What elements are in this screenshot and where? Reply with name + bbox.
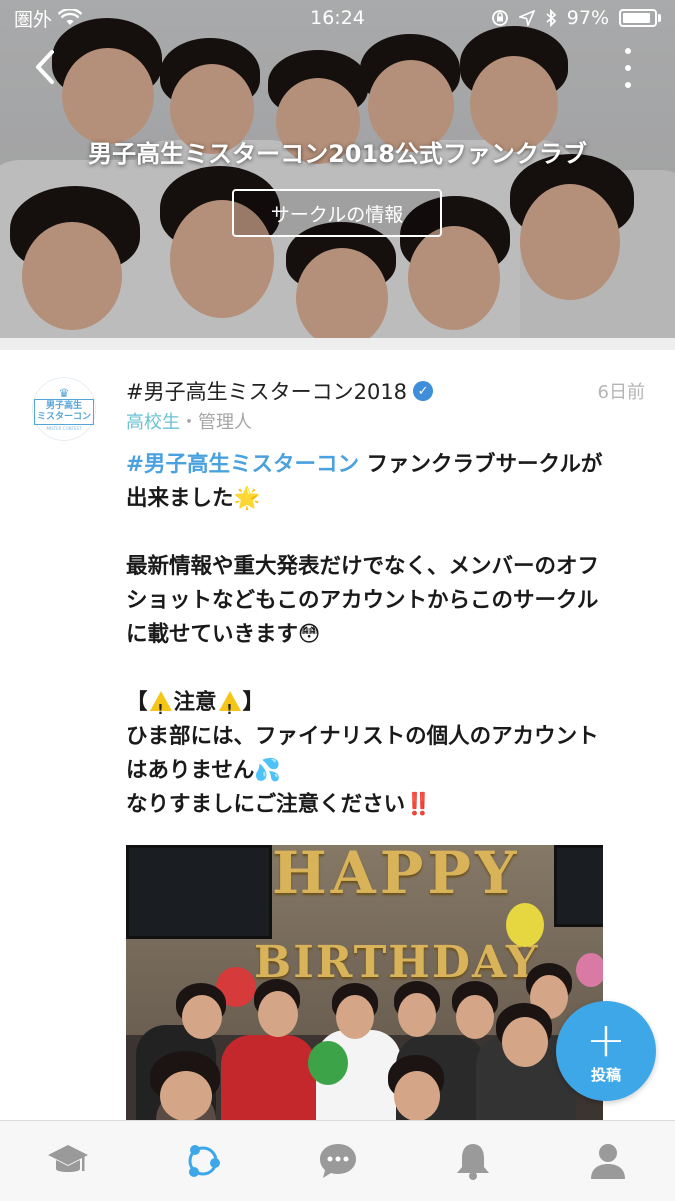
avatar[interactable]: ♛ 男子高生 ミスターコン MISTER CONTEST: [32, 377, 96, 441]
carrier-label: 圏外: [14, 8, 53, 31]
graduation-cap-icon: [47, 1145, 88, 1172]
tab-chat[interactable]: [308, 1131, 368, 1191]
banner-birthday: BIRTHDAY: [254, 937, 540, 988]
sweat-droplets-emoji: 💦: [254, 758, 282, 783]
back-button[interactable]: [26, 44, 66, 90]
battery-percent: 97%: [566, 7, 609, 29]
banner-happy: HAPPY: [272, 845, 521, 907]
post-body: #男子高生ミスターコン ファンクラブサークルが 出来ました🌟 最新情報や重大発表…: [126, 448, 646, 822]
chevron-left-icon: [36, 50, 54, 84]
tab-school[interactable]: [38, 1131, 98, 1191]
hashtag-link[interactable]: #男子高生ミスターコン: [126, 452, 359, 477]
tab-circle[interactable]: [173, 1131, 233, 1191]
verified-badge-icon: ✓: [413, 381, 434, 401]
circle-info-button[interactable]: サークルの情報: [232, 189, 442, 237]
wifi-icon: [58, 9, 83, 25]
post-time: 6日前: [597, 382, 645, 403]
profile-icon: [590, 1144, 625, 1179]
more-options-button[interactable]: [621, 48, 635, 88]
circle-network-icon: [188, 1145, 220, 1177]
warning-icon: [218, 691, 241, 728]
tab-notifications[interactable]: [443, 1131, 503, 1191]
bluetooth-icon: [546, 9, 557, 27]
tab-profile[interactable]: [578, 1131, 638, 1191]
tab-bar: [0, 1120, 675, 1201]
warning-icon: [149, 691, 172, 728]
circle-title: 男子高生ミスターコン2018公式ファンクラブ: [88, 140, 587, 168]
chat-bubble-icon: [319, 1144, 356, 1178]
section-divider: [0, 338, 675, 350]
flushed-face-emoji: 😳: [298, 622, 321, 647]
circle-header: 圏外 16:24 97% 男子高生ミスターコン2018公式ファンクラブ サークル…: [0, 0, 675, 338]
battery-icon: [619, 9, 657, 27]
status-bar: 圏外 16:24 97%: [0, 0, 675, 36]
plus-icon: +: [585, 1011, 627, 1068]
header-overlay: [0, 0, 675, 338]
post-photo[interactable]: HAPPY BIRTHDAY: [126, 845, 603, 1120]
location-arrow-icon: [518, 10, 535, 26]
glowing-star-emoji: 🌟: [233, 486, 261, 511]
bell-icon: [456, 1144, 489, 1180]
post-username[interactable]: #男子高生ミスターコン2018 ✓: [126, 376, 434, 406]
crown-icon: ♛: [58, 386, 70, 400]
double-exclamation-emoji: ‼️: [405, 792, 432, 817]
post-role: 高校生・管理人: [126, 412, 252, 433]
orientation-lock-icon: [491, 10, 508, 26]
more-vertical-icon: [625, 48, 631, 54]
post-fab-button[interactable]: + 投稿: [556, 1001, 656, 1101]
